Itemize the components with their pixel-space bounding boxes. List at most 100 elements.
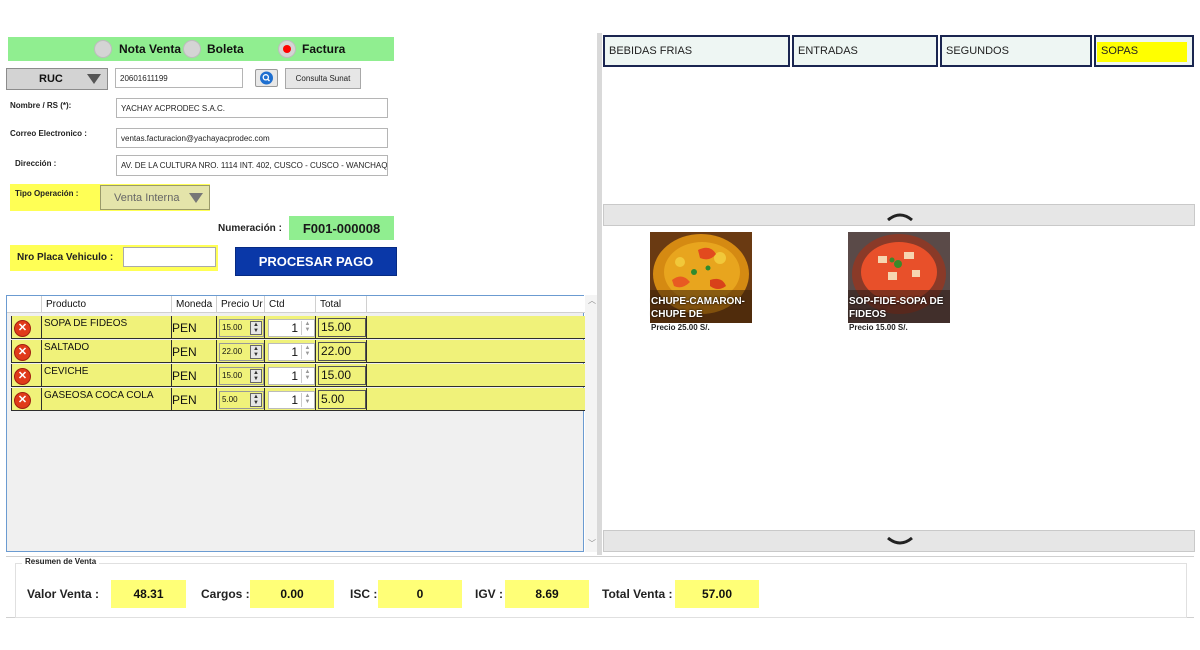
delete-row-button[interactable]: ✕ bbox=[14, 392, 31, 409]
category-bebidas-frias[interactable]: BEBIDAS FRIAS bbox=[603, 35, 790, 67]
product-name: SOP-FIDE-SOPA DE FIDEOS bbox=[849, 296, 944, 320]
row-precio: 5.00 bbox=[222, 395, 238, 404]
chevron-up-icon bbox=[887, 213, 913, 222]
scroll-down-icon[interactable]: ﹀ bbox=[588, 538, 596, 549]
radio-nota-venta-label: Nota Venta bbox=[119, 42, 182, 56]
row-precio: 15.00 bbox=[222, 371, 243, 380]
placa-input[interactable] bbox=[123, 247, 216, 267]
row-producto: SOPA DE FIDEOS bbox=[44, 318, 128, 329]
stepper-arrows-icon[interactable]: ▲ ▼ bbox=[301, 321, 313, 335]
total-venta-label: Total Venta : bbox=[602, 587, 673, 601]
row-total: 15.00 bbox=[318, 366, 366, 385]
quantity-stepper[interactable]: 1 ▲ ▼ bbox=[268, 319, 315, 337]
category-label: BEBIDAS FRIAS bbox=[609, 45, 693, 57]
row-ctd: 1 bbox=[291, 393, 298, 407]
nombre-field[interactable]: YACHAY ACPRODEC S.A.C. bbox=[116, 98, 388, 118]
products-scroll-down-button[interactable] bbox=[603, 530, 1195, 552]
row-moneda: PEN bbox=[172, 369, 197, 383]
delete-row-button[interactable]: ✕ bbox=[14, 368, 31, 385]
radio-boleta-label: Boleta bbox=[207, 42, 244, 56]
quantity-stepper[interactable]: 1 ▲ ▼ bbox=[268, 367, 315, 385]
correo-label: Correo Electronico : bbox=[10, 129, 87, 138]
product-name: CHUPE-CAMARON-CHUPE DE bbox=[651, 296, 745, 320]
category-entradas[interactable]: ENTRADAS bbox=[792, 35, 938, 67]
row-moneda: PEN bbox=[172, 345, 197, 359]
quantity-stepper[interactable]: 1 ▲ ▼ bbox=[268, 343, 315, 361]
row-total: 5.00 bbox=[318, 390, 366, 409]
grid-header-ctd: Ctd bbox=[265, 296, 316, 313]
tipo-operacion-select[interactable]: Venta Interna bbox=[100, 185, 210, 210]
row-ctd: 1 bbox=[291, 345, 298, 359]
tipo-operacion-label: Tipo Operación : bbox=[15, 189, 79, 198]
ruc-input[interactable]: 20601611199 bbox=[115, 68, 243, 88]
igv-value: 8.69 bbox=[505, 580, 589, 608]
row-total: 22.00 bbox=[318, 342, 366, 361]
row-precio: 15.00 bbox=[222, 323, 243, 332]
table-row[interactable]: ✕ GASEOSA COCA COLA PEN 5.00 ▲ ▼ 1 ▲ ▼ 5.00 bbox=[11, 388, 585, 411]
table-row[interactable]: ✕ SALTADO PEN 22.00 ▲ ▼ 1 ▲ ▼ 22.00 bbox=[11, 340, 585, 363]
row-ctd: 1 bbox=[291, 321, 298, 335]
row-moneda: PEN bbox=[172, 321, 197, 335]
category-segundos[interactable]: SEGUNDOS bbox=[940, 35, 1092, 67]
grid-header-total: Total bbox=[316, 296, 367, 313]
panel-divider[interactable] bbox=[597, 33, 602, 555]
cargos-value: 0.00 bbox=[250, 580, 334, 608]
stepper-arrows-icon[interactable]: ▲ ▼ bbox=[250, 321, 262, 335]
search-button[interactable] bbox=[255, 69, 278, 87]
grid-header-producto: Producto bbox=[42, 296, 172, 313]
product-card-sopa-fideos[interactable]: SOP-FIDE-SOPA DE FIDEOS bbox=[848, 232, 950, 323]
correo-field[interactable]: ventas.facturacion@yachayacprodec.com bbox=[116, 128, 388, 148]
chevron-down-icon bbox=[87, 74, 101, 84]
row-producto: GASEOSA COCA COLA bbox=[44, 390, 154, 401]
stepper-arrows-icon[interactable]: ▲ ▼ bbox=[250, 345, 262, 359]
direccion-field[interactable]: AV. DE LA CULTURA NRO. 1114 INT. 402, CU… bbox=[116, 155, 388, 176]
price-stepper[interactable]: 22.00 ▲ ▼ bbox=[219, 343, 264, 361]
document-type-bar: Nota Venta Boleta Factura bbox=[8, 37, 394, 61]
numeracion-value: F001-000008 bbox=[289, 216, 394, 240]
stepper-arrows-icon[interactable]: ▲ ▼ bbox=[301, 393, 313, 407]
consulta-sunat-button[interactable]: Consulta Sunat bbox=[285, 68, 361, 89]
radio-boleta[interactable] bbox=[183, 40, 201, 58]
isc-value: 0 bbox=[378, 580, 462, 608]
grid-header-select bbox=[7, 296, 42, 313]
quantity-stepper[interactable]: 1 ▲ ▼ bbox=[268, 391, 315, 409]
stepper-arrows-icon[interactable]: ▲ ▼ bbox=[250, 393, 262, 407]
product-price: Precio 15.00 S/. bbox=[849, 323, 908, 332]
table-row[interactable]: ✕ CEVICHE PEN 15.00 ▲ ▼ 1 ▲ ▼ 15.00 bbox=[11, 364, 585, 387]
row-ctd: 1 bbox=[291, 369, 298, 383]
isc-label: ISC : bbox=[350, 587, 378, 601]
chevron-down-icon bbox=[189, 193, 203, 203]
grid-header-moneda: Moneda bbox=[172, 296, 217, 313]
radio-factura[interactable] bbox=[278, 40, 296, 58]
radio-nota-venta[interactable] bbox=[94, 40, 112, 58]
direccion-label: Dirección : bbox=[15, 159, 57, 168]
procesar-pago-button[interactable]: PROCESAR PAGO bbox=[235, 247, 397, 276]
order-grid: Producto Moneda Precio Ur Ctd Total ✕ SO… bbox=[6, 295, 585, 552]
price-stepper[interactable]: 15.00 ▲ ▼ bbox=[219, 319, 264, 337]
category-label: SOPAS bbox=[1101, 45, 1139, 57]
cargos-label: Cargos : bbox=[201, 587, 250, 601]
product-card-chupe[interactable]: CHUPE-CAMARON-CHUPE DE bbox=[650, 232, 752, 323]
delete-row-button[interactable]: ✕ bbox=[14, 320, 31, 337]
doc-id-type-select[interactable]: RUC bbox=[6, 68, 108, 90]
category-label: ENTRADAS bbox=[798, 45, 858, 57]
stepper-arrows-icon[interactable]: ▲ ▼ bbox=[301, 369, 313, 383]
grid-header-precio: Precio Ur bbox=[217, 296, 265, 313]
delete-row-button[interactable]: ✕ bbox=[14, 344, 31, 361]
price-stepper[interactable]: 15.00 ▲ ▼ bbox=[219, 367, 264, 385]
stepper-arrows-icon[interactable]: ▲ ▼ bbox=[301, 345, 313, 359]
scroll-up-icon[interactable]: ︿ bbox=[588, 295, 596, 306]
stepper-arrows-icon[interactable]: ▲ ▼ bbox=[250, 369, 262, 383]
category-sopas[interactable]: SOPAS bbox=[1094, 35, 1194, 67]
table-row[interactable]: ✕ SOPA DE FIDEOS PEN 15.00 ▲ ▼ 1 ▲ ▼ 15.00 bbox=[11, 316, 585, 339]
price-stepper[interactable]: 5.00 ▲ ▼ bbox=[219, 391, 264, 409]
products-scroll-up-button[interactable] bbox=[603, 204, 1195, 226]
nombre-label: Nombre / RS (*): bbox=[10, 101, 72, 110]
product-price: Precio 25.00 S/. bbox=[651, 323, 710, 332]
valor-venta-label: Valor Venta : bbox=[27, 587, 100, 601]
chevron-down-icon bbox=[887, 536, 913, 545]
tipo-operacion-value: Venta Interna bbox=[114, 192, 180, 204]
igv-label: IGV : bbox=[475, 587, 504, 601]
row-producto: SALTADO bbox=[44, 342, 90, 353]
row-moneda: PEN bbox=[172, 393, 197, 407]
